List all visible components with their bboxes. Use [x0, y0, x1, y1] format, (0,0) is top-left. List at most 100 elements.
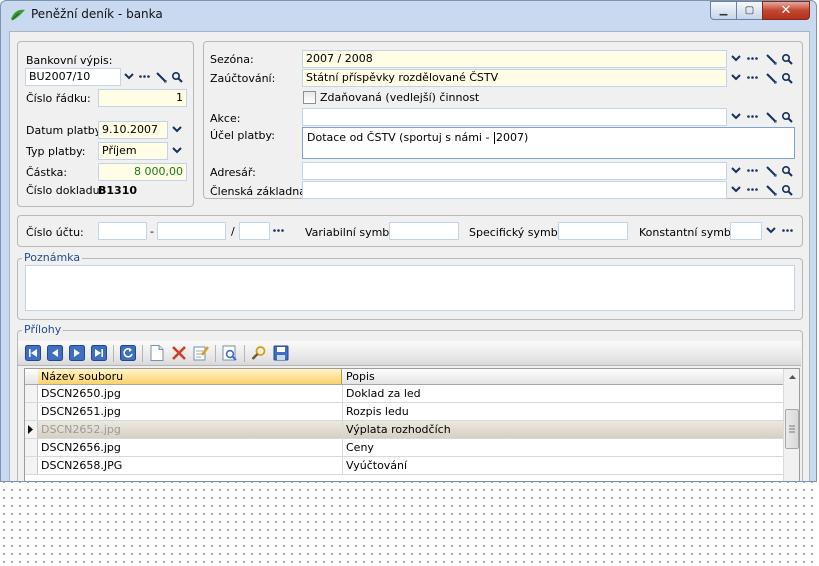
note-textarea[interactable] — [25, 265, 795, 311]
chevron-down-icon — [123, 73, 134, 80]
membership-base-search-button[interactable] — [778, 181, 795, 198]
grid-vertical-scrollbar[interactable] — [783, 369, 799, 481]
accounting-field[interactable]: Státní příspěvky rozdělované ČSTV — [302, 69, 727, 87]
grid-scroll-thumb[interactable] — [785, 409, 799, 449]
account-number-field[interactable] — [157, 222, 226, 240]
edit-attachment-button[interactable] — [192, 344, 210, 362]
close-button[interactable]: ✕ — [762, 1, 810, 20]
maximize-icon: ▢ — [744, 5, 755, 16]
action-field[interactable] — [302, 108, 727, 126]
payment-type-label: Typ platby: — [26, 145, 86, 158]
table-row-current[interactable]: DSCN2652.jpg Výplata rozhodčích — [25, 421, 783, 439]
specific-symbol-label: Specifický symbol: — [469, 226, 572, 239]
specific-symbol-field[interactable] — [558, 222, 628, 240]
ellipsis-icon — [747, 169, 758, 172]
membership-base-browse-button[interactable] — [744, 181, 761, 198]
row-number-field[interactable]: 1 — [98, 89, 187, 107]
bank-code-browse-button[interactable] — [270, 222, 287, 239]
first-record-button[interactable] — [24, 344, 42, 362]
save-icon — [273, 345, 289, 361]
address-book-edit-button[interactable] — [762, 162, 779, 179]
magnifier-icon — [781, 165, 793, 177]
row-number-label: Číslo řádku: — [26, 92, 91, 105]
address-book-browse-button[interactable] — [744, 162, 761, 179]
season-search-button[interactable] — [778, 50, 795, 67]
payment-type-dropdown[interactable] — [168, 142, 185, 159]
amount-field[interactable]: 8 000,00 — [98, 163, 187, 181]
season-field[interactable]: 2007 / 2008 — [302, 50, 727, 68]
previous-record-button[interactable] — [46, 344, 64, 362]
accounting-edit-button[interactable] — [762, 69, 779, 86]
constant-symbol-dropdown[interactable] — [762, 222, 779, 239]
next-record-button[interactable] — [68, 344, 86, 362]
money-leaf-icon — [11, 9, 25, 21]
account-prefix-field[interactable] — [98, 222, 147, 240]
address-book-field[interactable] — [302, 162, 727, 180]
constant-symbol-browse-button[interactable] — [779, 222, 796, 239]
purpose-label: Účel platby: — [210, 129, 275, 142]
table-row[interactable]: DSCN2656.jpg Ceny — [25, 439, 783, 457]
accounting-browse-button[interactable] — [744, 69, 761, 86]
bank-statement-edit-button[interactable] — [152, 68, 169, 85]
table-row[interactable]: DSCN2650.jpg Doklad za led — [25, 385, 783, 403]
column-header-description[interactable]: Popis — [343, 369, 783, 384]
membership-base-field[interactable] — [302, 181, 727, 199]
season-dropdown[interactable] — [727, 50, 744, 67]
payment-date-dropdown[interactable] — [168, 121, 185, 138]
column-header-file-name[interactable]: Název souboru — [38, 369, 342, 384]
action-edit-button[interactable] — [762, 108, 779, 125]
action-label: Akce: — [210, 112, 241, 125]
season-edit-button[interactable] — [762, 50, 779, 67]
accounting-search-button[interactable] — [778, 69, 795, 86]
current-row-arrow-icon — [28, 425, 33, 434]
minimize-icon: ▁ — [719, 5, 728, 16]
bank-statement-search-button[interactable] — [168, 68, 185, 85]
address-book-search-button[interactable] — [778, 162, 795, 179]
magnifier-icon — [781, 111, 793, 123]
constant-symbol-field[interactable] — [730, 222, 762, 240]
row-indicator — [25, 385, 38, 402]
magnifier-icon — [781, 53, 793, 65]
accounting-dropdown[interactable] — [727, 69, 744, 86]
purpose-textarea[interactable]: Dotace od ČSTV (sportuj s námi - 2007) — [302, 127, 795, 159]
document-number-label: Číslo dokladu: — [26, 184, 104, 197]
preview-attachment-button[interactable] — [221, 344, 239, 362]
minimize-button[interactable]: ▁ — [710, 1, 737, 20]
action-search-button[interactable] — [778, 108, 795, 125]
attachments-toolbar — [18, 341, 801, 366]
taxed-activity-checkbox[interactable] — [303, 91, 316, 104]
refresh-button[interactable] — [119, 344, 137, 362]
action-dropdown[interactable] — [727, 108, 744, 125]
delete-attachment-button[interactable] — [170, 344, 188, 362]
magnifier-icon — [251, 346, 266, 360]
file-name-cell: DSCN2652.jpg — [38, 421, 343, 438]
new-attachment-button[interactable] — [148, 344, 166, 362]
membership-base-dropdown[interactable] — [727, 181, 744, 198]
bank-statement-dropdown[interactable] — [120, 68, 137, 85]
variable-symbol-field[interactable] — [389, 222, 459, 240]
table-row[interactable]: DSCN2658.JPG Vyúčtování — [25, 457, 783, 475]
last-record-button[interactable] — [90, 344, 108, 362]
payment-date-label: Datum platby: — [26, 124, 105, 137]
maximize-button[interactable]: ▢ — [736, 1, 763, 20]
row-indicator — [25, 457, 38, 474]
membership-base-label: Členská základna: — [210, 185, 310, 198]
membership-base-edit-button[interactable] — [762, 181, 779, 198]
payment-type-field[interactable]: Příjem — [98, 142, 168, 160]
description-cell: Rozpis ledu — [346, 405, 409, 418]
action-browse-button[interactable] — [744, 108, 761, 125]
window-client-area: Bankovní výpis: BU2007/10 Číslo řádku: 1… — [9, 31, 810, 481]
bank-code-field[interactable] — [239, 222, 270, 240]
address-book-dropdown[interactable] — [727, 162, 744, 179]
bank-statement-browse-button[interactable] — [136, 68, 153, 85]
payment-date-field[interactable]: 9.10.2007 — [98, 121, 168, 139]
season-browse-button[interactable] — [744, 50, 761, 67]
save-attachment-button[interactable] — [272, 344, 290, 362]
chevron-down-icon — [730, 74, 741, 81]
chevron-down-icon — [730, 55, 741, 62]
table-row[interactable]: DSCN2651.jpg Rozpis ledu — [25, 403, 783, 421]
toolbar-separator — [113, 345, 114, 362]
find-attachment-button[interactable] — [250, 344, 268, 362]
chevron-down-icon — [171, 126, 182, 133]
bank-statement-field[interactable]: BU2007/10 — [25, 68, 121, 86]
